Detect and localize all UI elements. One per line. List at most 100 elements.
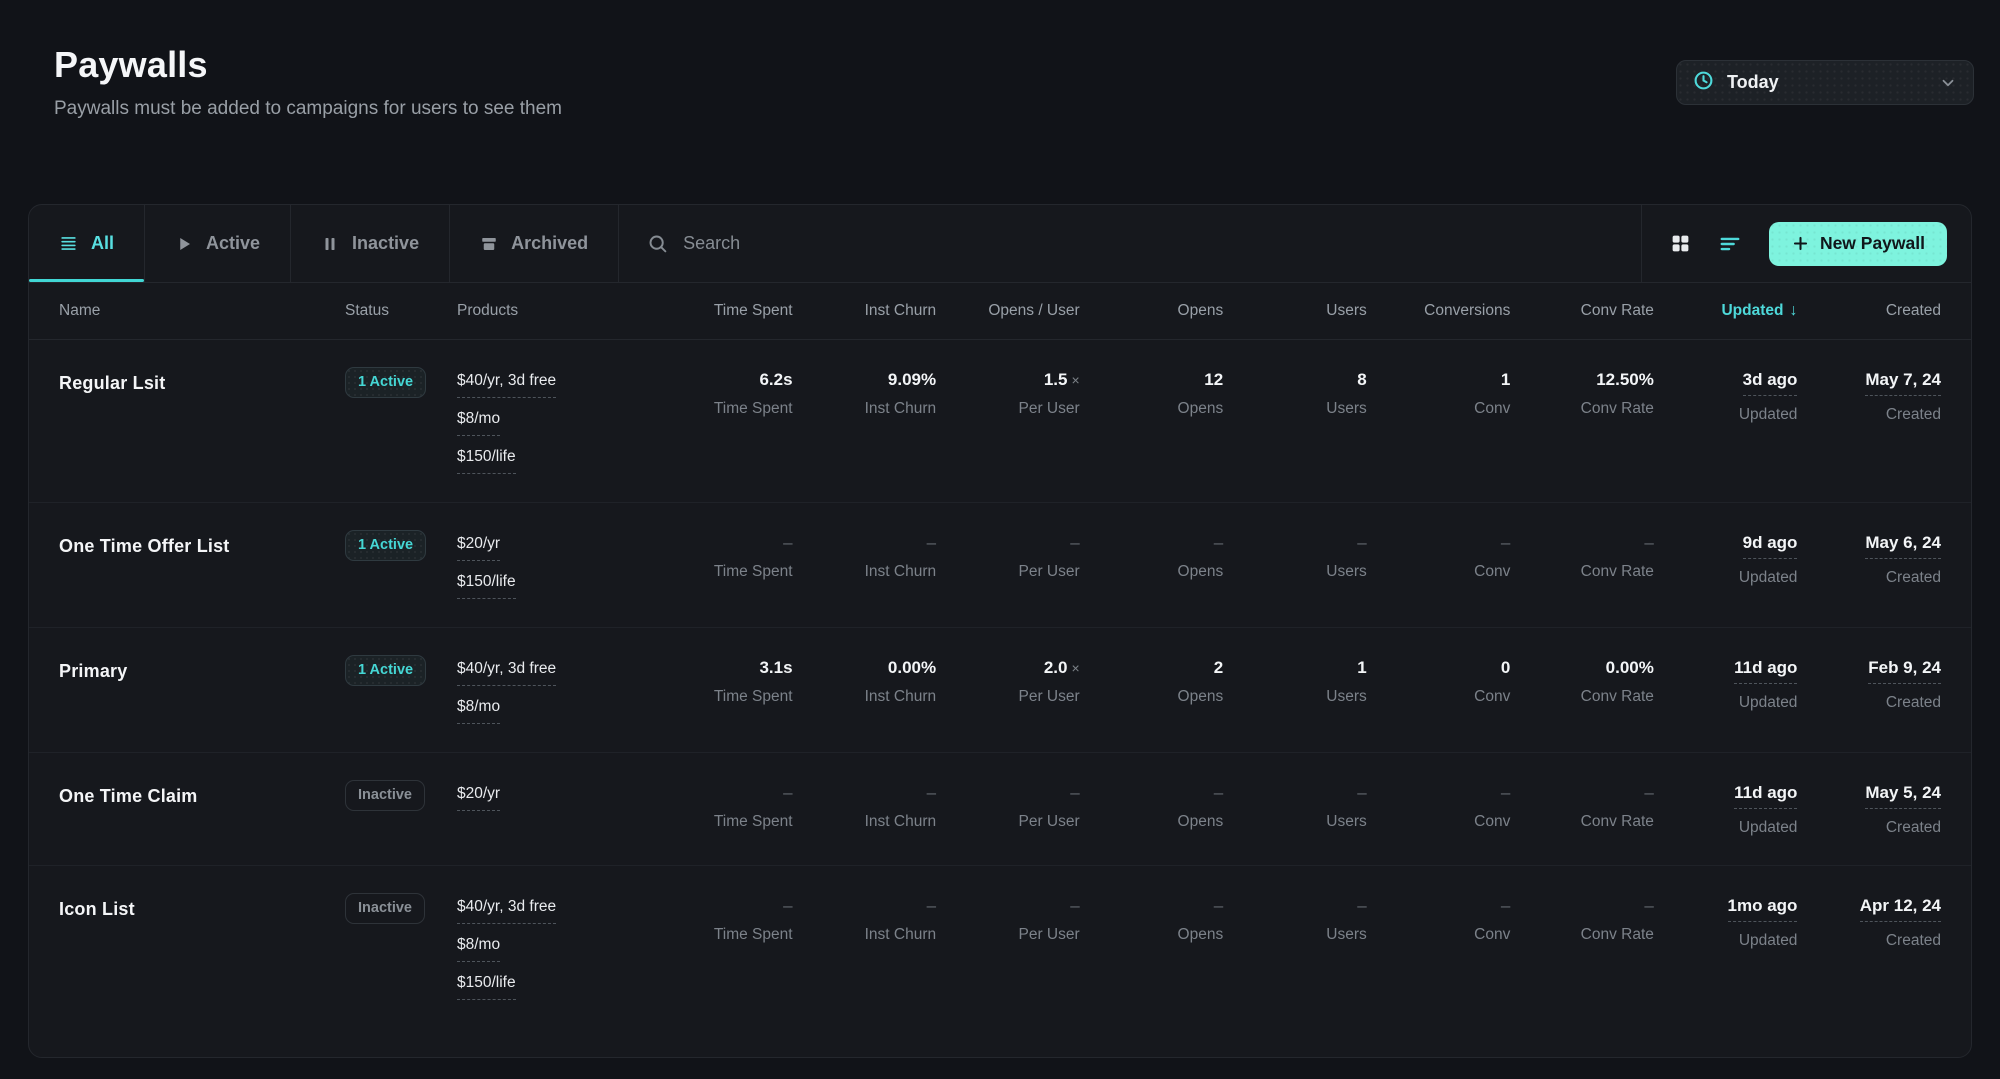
metric-value: – — [1070, 896, 1079, 915]
metric-value[interactable]: 11d ago — [1734, 783, 1797, 809]
metric-value: – — [1214, 533, 1223, 552]
metric-value[interactable]: 1mo ago — [1728, 896, 1798, 922]
product-price[interactable]: $40/yr, 3d free — [457, 898, 556, 924]
column-header-updated[interactable]: Updated↓ — [1654, 302, 1798, 320]
metric-value-line: 11d ago — [1654, 658, 1798, 684]
column-header-products[interactable]: Products — [457, 302, 649, 320]
metric-value[interactable]: May 5, 24 — [1865, 783, 1941, 809]
metric-value: – — [927, 783, 936, 802]
search-input[interactable] — [683, 233, 1613, 254]
metric-value-line: – — [1080, 533, 1224, 553]
column-header-inst_churn[interactable]: Inst Churn — [793, 302, 937, 320]
column-header-label: Products — [457, 302, 518, 319]
table-row[interactable]: Primary1 Active$40/yr, 3d free$8/mo3.1sT… — [29, 627, 1971, 752]
product-price[interactable]: $40/yr, 3d free — [457, 660, 556, 686]
column-header-conversions[interactable]: Conversions — [1367, 302, 1511, 320]
product-price[interactable]: $40/yr, 3d free — [457, 372, 556, 398]
metric-label: Users — [1223, 813, 1367, 831]
metric-value: 0 — [1501, 658, 1510, 677]
metric-inst_churn: –Inst Churn — [793, 533, 937, 599]
table-row[interactable]: Regular Lsit1 Active$40/yr, 3d free$8/mo… — [29, 340, 1971, 502]
table-row[interactable]: One Time Offer List1 Active$20/yr$150/li… — [29, 502, 1971, 627]
status-cell: 1 Active — [345, 370, 457, 474]
tab-inactive[interactable]: Inactive — [291, 205, 450, 282]
metric-value-line: 0.00% — [793, 658, 937, 678]
metric-created: Feb 9, 24Created — [1797, 658, 1941, 724]
metric-label: Created — [1797, 819, 1941, 837]
product-price[interactable]: $150/life — [457, 974, 516, 1000]
metric-opens: 2Opens — [1080, 658, 1224, 724]
table-row[interactable]: One Time ClaimInactive$20/yr–Time Spent–… — [29, 752, 1971, 865]
products-list: $20/yr — [457, 783, 649, 837]
tab-bar: AllActive Inactive Archived — [29, 205, 1971, 283]
column-header-status[interactable]: Status — [345, 302, 457, 320]
metric-label: Conv Rate — [1510, 926, 1654, 944]
metric-value-line: – — [1510, 783, 1654, 803]
metric-value-line: 1mo ago — [1654, 896, 1798, 922]
tab-label: Archived — [511, 233, 588, 254]
column-header-created[interactable]: Created — [1797, 302, 1941, 320]
column-header-time_spent[interactable]: Time Spent — [649, 302, 793, 320]
date-range-dropdown[interactable]: Today — [1676, 60, 1974, 105]
product-price[interactable]: $150/life — [457, 448, 516, 474]
status-badge: 1 Active — [345, 367, 426, 398]
metric-value-line: – — [1223, 783, 1367, 803]
metric-label: Per User — [936, 563, 1080, 581]
column-header-name[interactable]: Name — [59, 302, 345, 320]
metric-value[interactable]: May 7, 24 — [1865, 370, 1941, 396]
tab-all[interactable]: All — [29, 205, 145, 282]
product-price[interactable]: $8/mo — [457, 410, 500, 436]
metric-label: Users — [1223, 926, 1367, 944]
metric-created: May 7, 24Created — [1797, 370, 1941, 474]
list-view-icon[interactable] — [1719, 233, 1741, 255]
metric-conversions: –Conv — [1367, 533, 1511, 599]
metric-label: Conv — [1367, 926, 1511, 944]
product-price[interactable]: $20/yr — [457, 535, 500, 561]
paywall-name: One Time Claim — [59, 783, 345, 837]
metric-value: 8 — [1357, 370, 1366, 389]
metric-value: 12.50% — [1596, 370, 1654, 389]
column-header-conv_rate[interactable]: Conv Rate — [1510, 302, 1654, 320]
column-header-opens_per_user[interactable]: Opens / User — [936, 302, 1080, 320]
metric-value: – — [783, 533, 792, 552]
metric-time_spent: – Time Spent — [649, 533, 793, 599]
metric-opens_per_user: –Per User — [936, 533, 1080, 599]
column-header-users[interactable]: Users — [1223, 302, 1367, 320]
metric-inst_churn: 0.00%Inst Churn — [793, 658, 937, 724]
metric-value-line: 12.50% — [1510, 370, 1654, 390]
tab-label: Inactive — [352, 233, 419, 254]
metric-value[interactable]: 9d ago — [1743, 533, 1798, 559]
metric-value-line: May 5, 24 — [1797, 783, 1941, 809]
metric-value[interactable]: Apr 12, 24 — [1860, 896, 1941, 922]
paywall-name: Icon List — [59, 896, 345, 1000]
product-price[interactable]: $8/mo — [457, 698, 500, 724]
metric-value[interactable]: 3d ago — [1743, 370, 1798, 396]
product-price[interactable]: $150/life — [457, 573, 516, 599]
date-range-value: Today — [1727, 72, 1779, 93]
tab-active[interactable]: Active — [145, 205, 291, 282]
search-field[interactable] — [619, 205, 1641, 282]
grid-view-icon[interactable] — [1670, 233, 1691, 254]
metric-value-line: – — [793, 896, 937, 916]
products-list: $40/yr, 3d free $8/mo — [457, 658, 649, 724]
metric-label: Time Spent — [649, 563, 793, 581]
metric-value[interactable]: 11d ago — [1734, 658, 1797, 684]
metric-time_spent: 6.2sTime Spent — [649, 370, 793, 474]
column-header-opens[interactable]: Opens — [1080, 302, 1224, 320]
table-row[interactable]: Icon ListInactive$40/yr, 3d free$8/mo$15… — [29, 865, 1971, 1028]
metric-label: Conv Rate — [1510, 563, 1654, 581]
metric-conversions: –Conv — [1367, 896, 1511, 1000]
metric-label: Users — [1223, 400, 1367, 418]
product-price[interactable]: $20/yr — [457, 785, 500, 811]
metric-label: Time Spent — [649, 400, 793, 418]
column-header-label: Inst Churn — [865, 302, 937, 319]
metric-value: 2.0 — [1044, 658, 1068, 677]
product-price[interactable]: $8/mo — [457, 936, 500, 962]
metric-value[interactable]: Feb 9, 24 — [1868, 658, 1941, 684]
metric-value[interactable]: May 6, 24 — [1865, 533, 1941, 559]
metric-value-line: – — [1510, 533, 1654, 553]
tab-archived[interactable]: Archived — [450, 205, 619, 282]
metric-inst_churn: –Inst Churn — [793, 783, 937, 837]
new-paywall-button[interactable]: New Paywall — [1769, 222, 1947, 266]
products-list: $40/yr, 3d free $8/mo $150/life — [457, 896, 649, 1000]
